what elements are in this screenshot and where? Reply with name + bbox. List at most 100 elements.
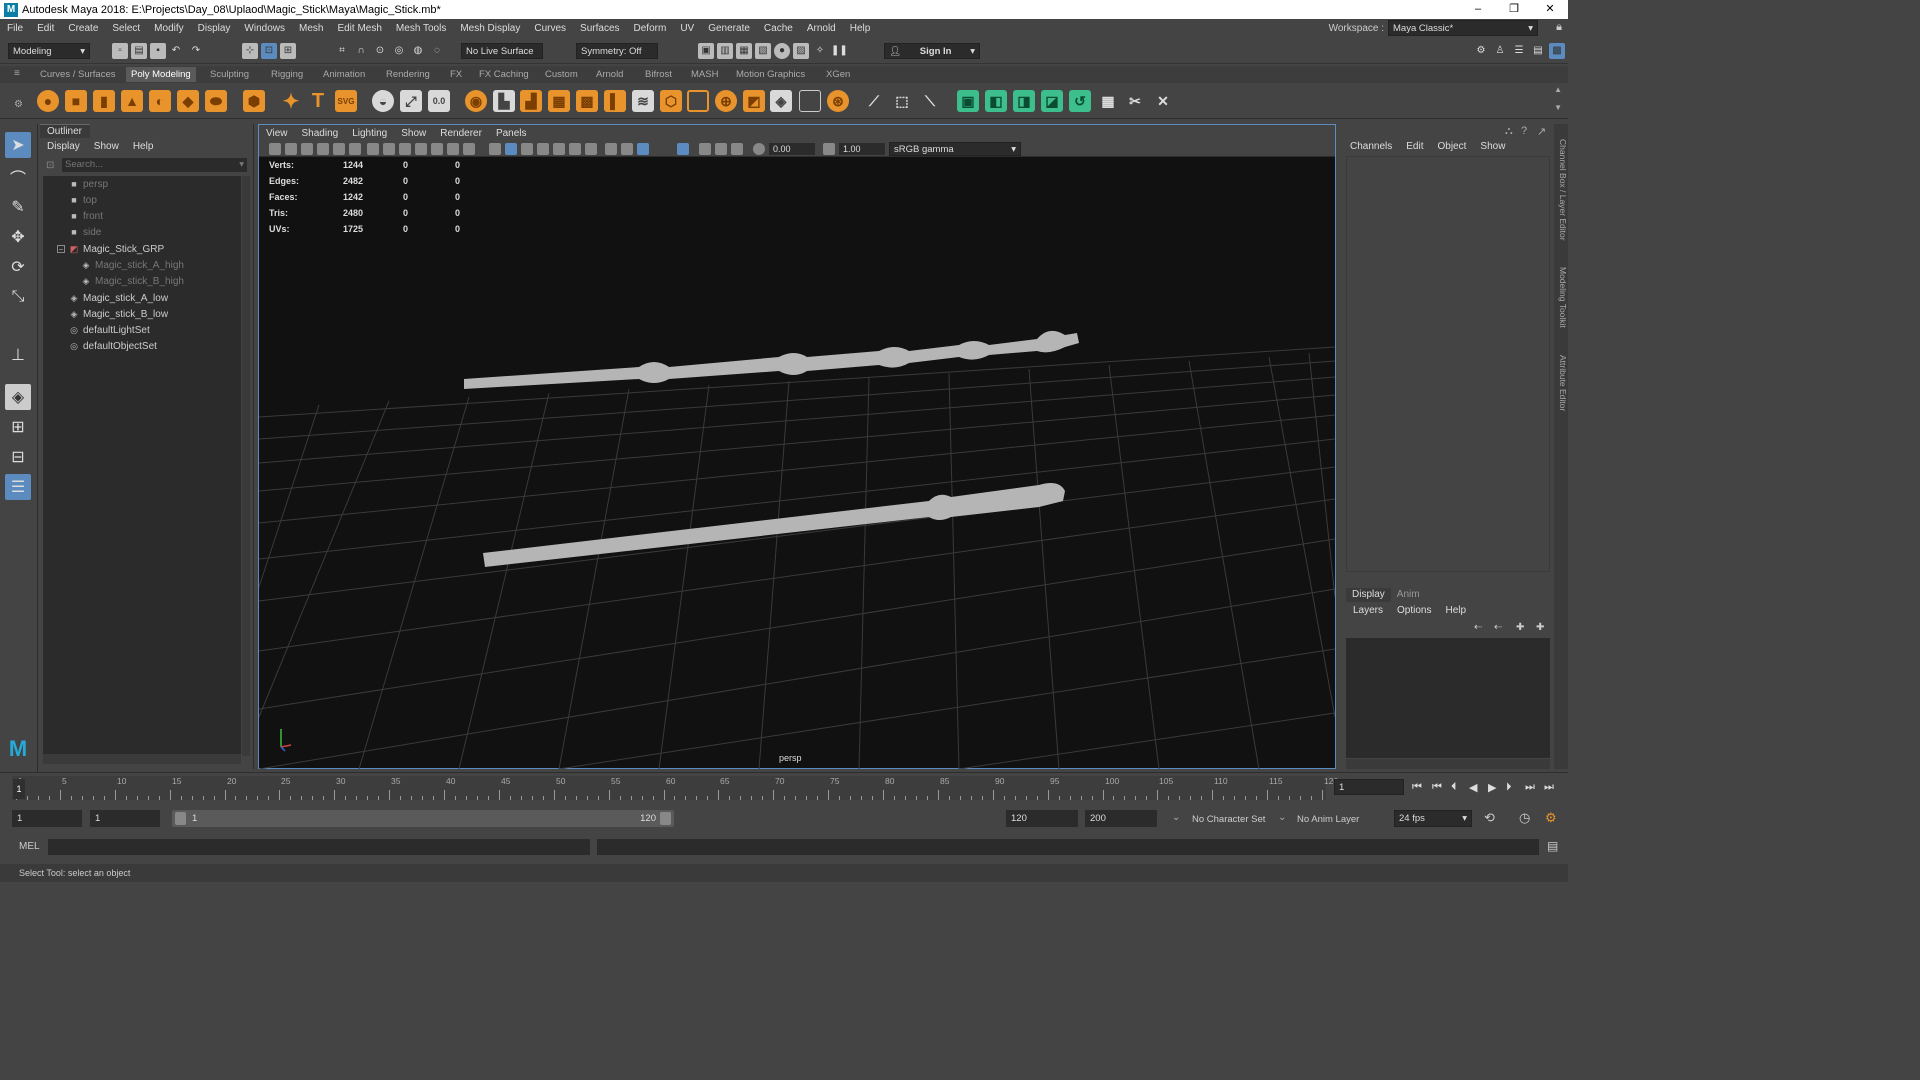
snap-vertex-icon[interactable]: ◌ xyxy=(429,43,445,59)
text-tool-icon[interactable]: T xyxy=(307,90,329,112)
tab-attribute-editor[interactable]: Attribute Editor xyxy=(1554,348,1568,418)
tab-custom[interactable]: Custom xyxy=(540,67,583,82)
save-scene-icon[interactable]: ▪ xyxy=(150,43,166,59)
step-forward-frame-icon[interactable]: ⏵ xyxy=(1506,781,1512,794)
command-input[interactable] xyxy=(48,839,590,855)
playback-start-field[interactable]: 1 xyxy=(90,810,160,827)
shelf-scroll-down-icon[interactable]: ▼ xyxy=(1554,103,1562,112)
xray-joints-icon[interactable] xyxy=(715,143,727,155)
outliner-item-magic-stick-b-high[interactable]: ◈ Magic_stick_B_high xyxy=(81,273,184,289)
shelf-settings-gear-icon[interactable]: ⚙ xyxy=(14,99,23,110)
pause-icon[interactable]: ❚❚ xyxy=(831,43,848,59)
play-forwards-icon[interactable]: ▶ xyxy=(1488,781,1496,794)
poly-cylinder-icon[interactable]: ▮ xyxy=(93,90,115,112)
uv-editor-icon[interactable]: ▦ xyxy=(1097,90,1119,112)
poly-torus-icon[interactable]: ◐ xyxy=(149,90,171,112)
tab-display-layers[interactable]: Display xyxy=(1346,588,1391,602)
append-polygon-icon[interactable]: ▩ xyxy=(576,90,598,112)
snap-surface-icon[interactable]: ◍ xyxy=(410,43,426,59)
uv-cut-icon[interactable]: ✂ xyxy=(1124,90,1146,112)
tab-bifrost[interactable]: Bifrost xyxy=(640,67,677,82)
select-camera-icon[interactable] xyxy=(269,143,281,155)
tool-settings-icon[interactable]: ▤ xyxy=(1530,43,1546,59)
tab-channel-box-layer-editor[interactable]: Channel Box / Layer Editor xyxy=(1554,130,1568,250)
character-set-label[interactable]: No Character Set xyxy=(1192,814,1265,825)
playback-end-field[interactable]: 120 xyxy=(1006,810,1078,827)
viewport-menu-shading[interactable]: Shading xyxy=(295,128,346,139)
hypershade-icon[interactable]: ● xyxy=(774,43,790,59)
show-menu[interactable]: Show xyxy=(1480,141,1505,152)
grease-pencil-icon[interactable] xyxy=(349,143,361,155)
outliner-item-default-light-set[interactable]: ◎ defaultLightSet xyxy=(69,322,150,338)
tab-animation[interactable]: Animation xyxy=(318,67,370,82)
animation-end-field[interactable]: 200 xyxy=(1085,810,1157,827)
bevel-icon[interactable]: ▟ xyxy=(520,90,542,112)
character-controls-icon[interactable]: ♙ xyxy=(1492,43,1508,59)
outliner-menu-help[interactable]: Help xyxy=(133,141,154,152)
outliner-layout-icon[interactable]: ☰ xyxy=(5,474,31,500)
range-start-handle[interactable] xyxy=(175,812,186,825)
object-menu[interactable]: Object xyxy=(1438,141,1467,152)
merge-vertices-icon[interactable]: ◩ xyxy=(743,90,765,112)
help-icon[interactable]: ? xyxy=(1521,125,1527,137)
select-hierarchy-icon[interactable]: ⊹ xyxy=(242,43,258,59)
viewport-menu-lighting[interactable]: Lighting xyxy=(345,128,394,139)
minimize-button[interactable]: – xyxy=(1460,0,1496,19)
current-frame-marker[interactable]: 1 xyxy=(13,779,25,799)
scale-tool-icon[interactable]: ⤡ xyxy=(5,284,31,310)
outliner-menu-display[interactable]: Display xyxy=(47,141,80,152)
camera-attributes-icon[interactable] xyxy=(285,143,297,155)
tab-fx-caching[interactable]: FX Caching xyxy=(474,67,534,82)
anim-layer-label[interactable]: No Anim Layer xyxy=(1297,814,1359,825)
symmetry-dropdown[interactable]: Symmetry: Off xyxy=(576,43,658,59)
tab-rendering[interactable]: Rendering xyxy=(381,67,435,82)
ambient-occlusion-icon[interactable] xyxy=(585,143,597,155)
light-editor-icon[interactable]: ✧ xyxy=(812,43,828,59)
collapse-icon[interactable]: ◈ xyxy=(770,90,792,112)
lock-icon[interactable]: 🔒︎ xyxy=(1556,21,1562,34)
perspective-viewport[interactable]: View Shading Lighting Show Renderer Pane… xyxy=(258,124,1336,769)
menu-select[interactable]: Select xyxy=(105,23,147,34)
gamma-field[interactable]: 1.00 xyxy=(839,143,885,155)
float-panel-icon[interactable]: ↗ xyxy=(1537,125,1546,138)
render-settings-icon[interactable]: ▧ xyxy=(755,43,771,59)
chevron-down-icon[interactable]: ▾ xyxy=(239,158,244,172)
smooth-icon[interactable]: 0.0 xyxy=(428,90,450,112)
platonic-solid-icon[interactable]: ⬢ xyxy=(243,90,265,112)
tab-curves-surfaces[interactable]: Curves / Surfaces xyxy=(35,67,121,82)
menu-uv[interactable]: UV xyxy=(673,23,701,34)
menu-surfaces[interactable]: Surfaces xyxy=(573,23,626,34)
channel-box-toggle-icon[interactable]: ⛬ xyxy=(1505,125,1513,138)
restore-button[interactable]: ❐ xyxy=(1496,0,1532,19)
sign-in-dropdown[interactable]: 👤︎ Sign In ▾ xyxy=(884,43,980,59)
outliner-item-magic-stick-a-low[interactable]: ◈ Magic_stick_A_low xyxy=(69,290,169,306)
outliner-item-magic-stick-grp[interactable]: − ◩ Magic_Stick_GRP xyxy=(57,241,164,257)
new-layer-icon[interactable]: ✚ xyxy=(1516,622,1524,633)
xray-icon[interactable] xyxy=(699,143,711,155)
uv-planar-icon[interactable]: ▣ xyxy=(957,90,979,112)
resolution-gate-icon[interactable] xyxy=(399,143,411,155)
shelf-scroll-up-icon[interactable]: ▲ xyxy=(1554,85,1562,94)
outliner-item-front[interactable]: ■ front xyxy=(69,208,103,224)
fps-dropdown[interactable]: 24 fps ▾ xyxy=(1394,810,1472,827)
safe-action-icon[interactable] xyxy=(447,143,459,155)
multi-cut-icon[interactable]: ≋ xyxy=(632,90,654,112)
magic-stick-a-mesh[interactable] xyxy=(464,330,1079,389)
svg-tool-icon[interactable]: SVG xyxy=(335,90,357,112)
slide-edge-icon[interactable]: ⬚ xyxy=(891,90,913,112)
menu-arnold[interactable]: Arnold xyxy=(800,23,843,34)
menu-display[interactable]: Display xyxy=(191,23,238,34)
extrude-icon[interactable]: ▙ xyxy=(493,90,515,112)
lasso-tool-icon[interactable]: ⌒ xyxy=(5,164,31,190)
current-frame-field[interactable]: 1 xyxy=(1334,779,1404,795)
step-back-key-icon[interactable]: ⏮ xyxy=(1432,781,1442,794)
motion-blur-icon[interactable] xyxy=(605,143,617,155)
bridge-icon[interactable]: ◉ xyxy=(465,90,487,112)
shadows-icon[interactable] xyxy=(569,143,581,155)
tab-sculpting[interactable]: Sculpting xyxy=(205,67,254,82)
poly-sphere-icon[interactable]: ● xyxy=(37,90,59,112)
anim-layer-arrow-icon[interactable]: ⌄ xyxy=(1278,812,1286,823)
combine-icon[interactable]: ◒ xyxy=(372,90,394,112)
depth-of-field-icon[interactable] xyxy=(637,143,649,155)
modeling-toolkit-icon[interactable]: ⚙ xyxy=(1473,43,1489,59)
